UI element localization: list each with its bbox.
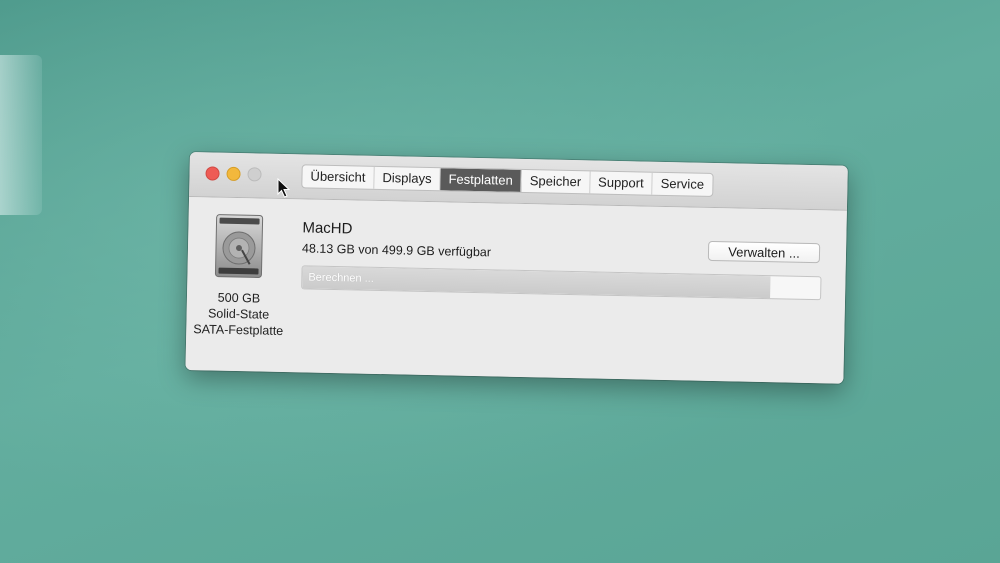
disk-interface: SATA-Festplatte [193, 322, 284, 338]
tab-support[interactable]: Support [589, 171, 653, 195]
desktop: Übersicht Displays Festplatten Speicher … [0, 0, 1000, 563]
tab-service[interactable]: Service [652, 173, 712, 196]
minimize-window-button[interactable] [226, 166, 241, 182]
manage-button[interactable]: Verwalten ... [707, 240, 821, 264]
disk-caption: 500 GB Solid-State SATA-Festplatte [186, 289, 291, 339]
volume-free-space: 48.13 GB von 499.9 GB verfügbar [301, 241, 492, 260]
tab-overview[interactable]: Übersicht [302, 165, 375, 189]
zoom-window-button[interactable] [247, 167, 262, 182]
close-window-button[interactable] [205, 166, 220, 181]
storage-panel: 500 GB Solid-State SATA-Festplatte MacHD… [185, 196, 847, 384]
mouse-cursor-icon [277, 178, 291, 198]
storage-bar-label: Berechnen ... [308, 271, 374, 285]
tab-storage[interactable]: Festplatten [440, 168, 523, 192]
tab-memory[interactable]: Speicher [521, 169, 591, 194]
tab-bar: Übersicht Displays Festplatten Speicher … [301, 164, 714, 197]
hard-drive-icon [213, 214, 264, 279]
desktop-window-glare [0, 55, 42, 215]
volume-name: MacHD [302, 219, 353, 238]
storage-usage-bar: Berechnen ... [301, 265, 822, 301]
tab-displays[interactable]: Displays [374, 166, 441, 191]
